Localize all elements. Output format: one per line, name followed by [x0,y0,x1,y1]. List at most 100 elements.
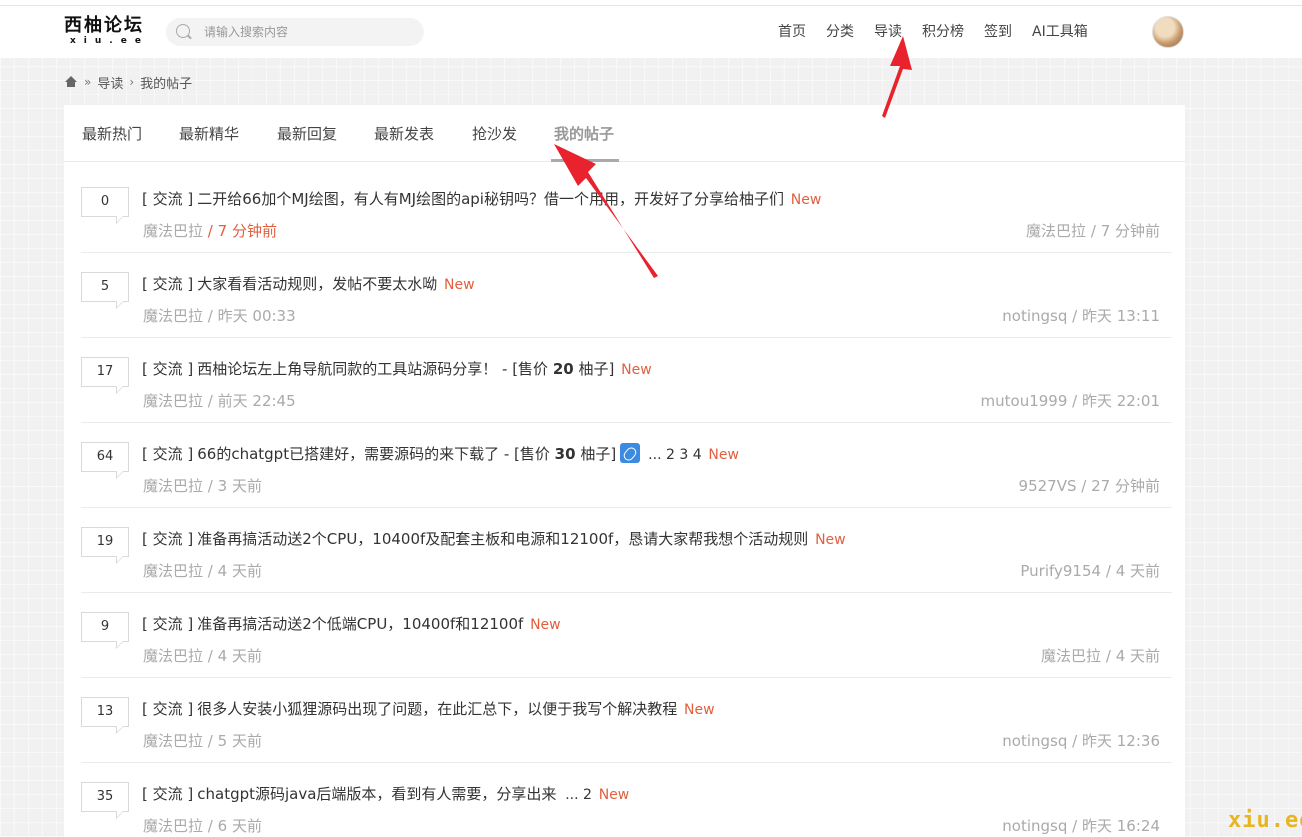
thread-author[interactable]: 魔法巴拉 [143,307,203,325]
thread-author-meta: 魔法巴拉 / 前天 22:45 [143,390,296,412]
thread-title: [ 交流 ] 二开给66加个MJ绘图，有人有MJ绘图的api秘钥吗？借一个用用，开… [142,188,1162,210]
new-badge: New [444,277,475,293]
reply-count: 17 [81,357,129,387]
new-badge: New [598,787,630,803]
breadcrumb-current: 我的帖子 [140,76,193,92]
thread-category[interactable]: [ 交流 ] [142,360,193,378]
thread-author-meta: 魔法巴拉 / 5 天前 [143,730,262,752]
nav-home[interactable]: 首页 [778,22,806,42]
thread-price: [售价 20 柚子] [512,360,615,378]
thread-title: [ 交流 ] 准备再搞活动送2个低端CPU，10400f和12100f New [142,613,1162,635]
thread-title-link[interactable]: 准备再搞活动送2个低端CPU，10400f和12100f [197,615,523,633]
meta-slash: / [1105,562,1111,580]
watermark: xiu.ee [1228,808,1302,833]
thread-title: [ 交流 ] 很多人安装小狐狸源码出现了问题，在此汇总下，以便于我写个解决教程 N… [142,698,1162,720]
thread-title-link[interactable]: 66的chatgpt已搭建好，需要源码的来下载了 - [197,445,514,463]
breadcrumb-separator: » [84,75,92,89]
thread-category[interactable]: [ 交流 ] [142,785,193,803]
last-reply-time: 昨天 22:01 [1082,392,1160,410]
thread-author[interactable]: 魔法巴拉 [143,392,203,410]
meta-slash: / [207,647,213,665]
last-reply-time: 昨天 12:36 [1082,732,1160,750]
thread-author[interactable]: 魔法巴拉 [143,222,203,240]
thread-last-reply: mutou1999 / 昨天 22:01 [981,390,1160,412]
thread-category[interactable]: [ 交流 ] [142,275,193,293]
tab-my-posts[interactable]: 我的帖子 [554,123,614,145]
tab-latest-post[interactable]: 最新发表 [374,123,434,145]
thread-title-link[interactable]: 很多人安装小狐狸源码出现了问题，在此汇总下，以便于我写个解决教程 [197,700,677,718]
nav-checkin[interactable]: 签到 [984,22,1012,42]
meta-slash: / [207,477,213,495]
thread-title-link[interactable]: 大家看看活动规则，发帖不要太水呦 [197,275,437,293]
thread-title-link[interactable]: 准备再搞活动送2个CPU，10400f及配套主板和电源和12100f，恳请大家帮… [197,530,808,548]
search-icon[interactable] [176,24,190,38]
thread-last-reply: Purify9154 / 4 天前 [1020,560,1160,582]
home-icon[interactable] [64,76,78,88]
last-reply-time: 4 天前 [1115,562,1160,580]
last-reply-user[interactable]: notingsq [1002,817,1067,835]
thread-author[interactable]: 魔法巴拉 [143,562,203,580]
tab-latest-reply[interactable]: 最新回复 [277,123,337,145]
tab-bar: 最新热门 最新精华 最新回复 最新发表 抢沙发 我的帖子 [64,105,1185,162]
reply-count: 64 [81,442,129,472]
meta-slash: / [207,392,213,410]
user-avatar[interactable] [1152,16,1184,48]
logo-domain: xiu.ee [70,36,149,46]
thread-category[interactable]: [ 交流 ] [142,530,193,548]
thread-category[interactable]: [ 交流 ] [142,190,193,208]
meta-slash: / [1090,222,1096,240]
breadcrumb-guide[interactable]: 导读 [97,73,123,92]
last-reply-user[interactable]: notingsq [1002,732,1067,750]
last-reply-user[interactable]: 9527VS [1019,477,1077,495]
last-reply-user[interactable]: 魔法巴拉 [1041,647,1101,665]
thread-pages[interactable]: ... 2 [565,787,592,803]
thread-row: 35 [ 交流 ] chatgpt源码java后端版本，看到有人需要，分享出来 ..… [81,763,1172,837]
meta-slash: / [207,222,213,240]
thread-last-reply: 9527VS / 27 分钟前 [1019,475,1160,497]
last-reply-user[interactable]: notingsq [1002,307,1067,325]
search-input[interactable] [204,22,414,42]
thread-time: 4 天前 [217,647,262,665]
last-reply-time: 昨天 13:11 [1082,307,1160,325]
thread-price: [售价 30 柚子] [514,445,617,463]
thread-title-link[interactable]: 西柚论坛左上角导航同款的工具站源码分享！ - [197,360,512,378]
nav-categories[interactable]: 分类 [826,22,854,42]
thread-row: 64 [ 交流 ] 66的chatgpt已搭建好，需要源码的来下载了 - [售价 3… [81,423,1172,508]
site-logo[interactable]: 西柚论坛 xiu.ee [64,16,148,48]
breadcrumb-separator: › [129,75,135,89]
nav-ai-toolbox[interactable]: AI工具箱 [1032,22,1088,42]
nav-leaderboard[interactable]: 积分榜 [922,22,964,42]
thread-pages[interactable]: ... 2 3 4 [648,447,701,463]
new-badge: New [815,532,846,548]
last-reply-user[interactable]: mutou1999 [981,392,1068,410]
tab-latest-hot[interactable]: 最新热门 [82,123,142,145]
thread-category[interactable]: [ 交流 ] [142,445,193,463]
thread-last-reply: 魔法巴拉 / 7 分钟前 [1026,220,1160,242]
nav-guide[interactable]: 导读 [874,22,902,42]
thread-category[interactable]: [ 交流 ] [142,700,193,718]
meta-slash: / [207,307,213,325]
last-reply-time: 昨天 16:24 [1082,817,1160,835]
reply-count: 19 [81,527,129,557]
breadcrumb: » 导读 › 我的帖子 [64,72,192,92]
thread-category[interactable]: [ 交流 ] [142,615,193,633]
thread-time: 5 天前 [217,732,262,750]
meta-slash: / [1072,392,1078,410]
thread-author[interactable]: 魔法巴拉 [143,732,203,750]
thread-author[interactable]: 魔法巴拉 [143,477,203,495]
meta-slash: / [207,817,213,835]
reply-count: 0 [81,187,129,217]
thread-author-meta: 魔法巴拉 / 7 分钟前 [143,220,277,242]
thread-author[interactable]: 魔法巴拉 [143,647,203,665]
last-reply-user[interactable]: 魔法巴拉 [1026,222,1086,240]
thread-author[interactable]: 魔法巴拉 [143,817,203,835]
tab-sofa[interactable]: 抢沙发 [472,123,517,145]
thread-title-link[interactable]: 二开给66加个MJ绘图，有人有MJ绘图的api秘钥吗？借一个用用，开发好了分享给… [197,190,784,208]
new-badge: New [530,617,561,633]
tab-latest-digest[interactable]: 最新精华 [179,123,239,145]
thread-author-meta: 魔法巴拉 / 4 天前 [143,645,262,667]
last-reply-user[interactable]: Purify9154 [1020,562,1101,580]
thread-row: 0 [ 交流 ] 二开给66加个MJ绘图，有人有MJ绘图的api秘钥吗？借一个用用，… [81,168,1172,253]
thread-title-link[interactable]: chatgpt源码java后端版本，看到有人需要，分享出来 [197,785,561,803]
thread-time: 昨天 00:33 [217,307,296,325]
